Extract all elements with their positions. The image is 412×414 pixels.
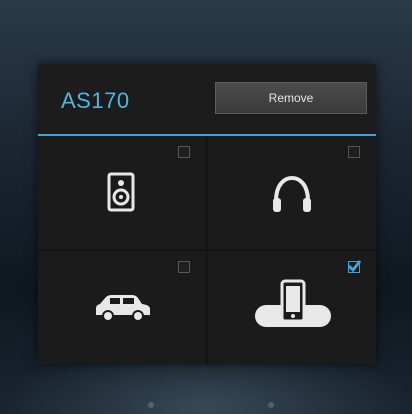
output-option-car[interactable] — [38, 251, 206, 364]
phone-dock-icon — [255, 279, 331, 327]
panel-header: AS170 Remove — [38, 64, 376, 134]
audio-output-panel: AS170 Remove — [38, 64, 376, 364]
car-checkbox[interactable] — [178, 261, 190, 273]
page-indicator-dot — [268, 402, 274, 408]
phone-dock-checkbox[interactable] — [347, 260, 362, 273]
remove-button[interactable]: Remove — [215, 82, 367, 114]
speaker-checkbox[interactable] — [178, 146, 190, 158]
headphones-checkbox[interactable] — [348, 146, 360, 158]
speaker-icon — [107, 172, 135, 212]
output-grid — [38, 136, 376, 364]
car-icon — [96, 295, 150, 322]
check-mark-icon — [347, 260, 362, 273]
headphones-icon — [273, 175, 311, 212]
device-name: AS170 — [61, 88, 130, 113]
output-option-phone-dock[interactable] — [208, 251, 376, 364]
page-indicator-dot — [148, 402, 154, 408]
output-option-headphones[interactable] — [208, 136, 376, 249]
output-option-speaker[interactable] — [38, 136, 206, 249]
